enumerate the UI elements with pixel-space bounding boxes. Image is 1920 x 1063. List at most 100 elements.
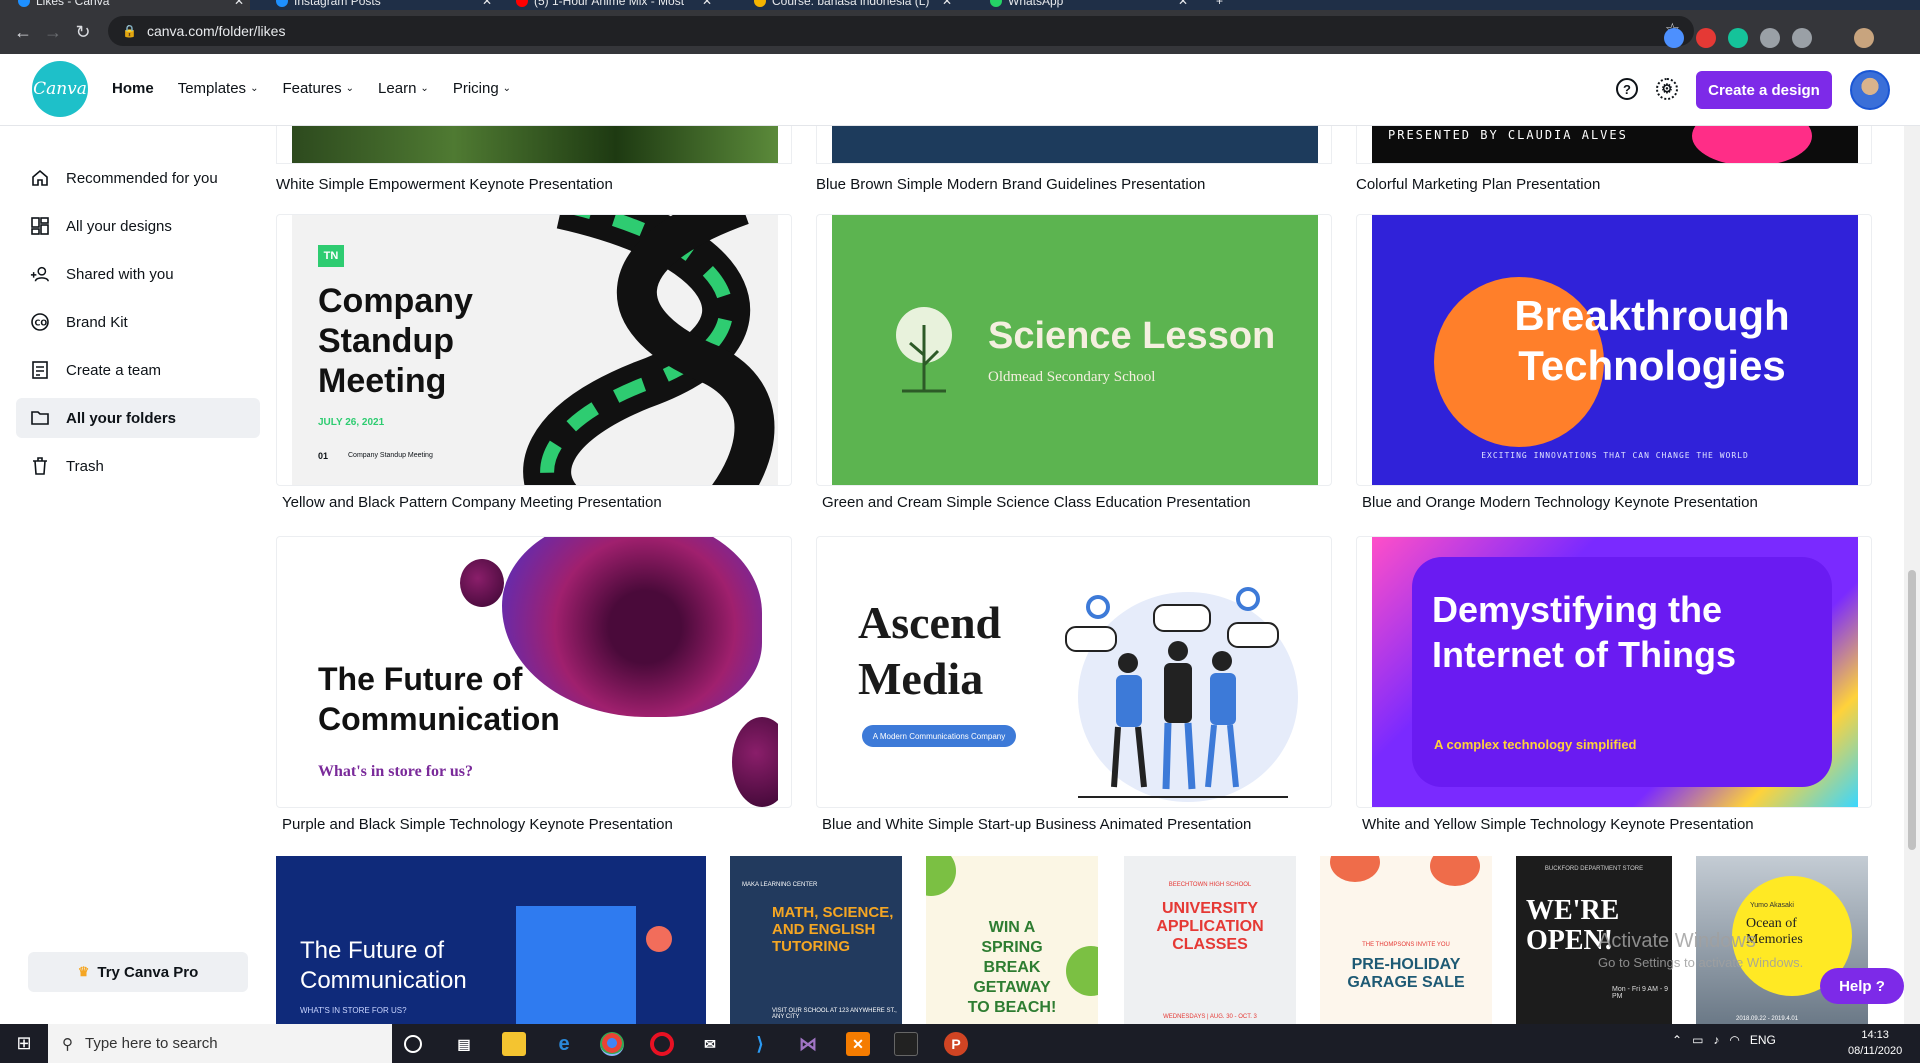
design-thumbnail[interactable] [276, 126, 792, 164]
thumbnail-kicker: Yumo Akasaki [1750, 902, 1794, 909]
thumbnail-image [292, 126, 778, 163]
design-title[interactable]: White Simple Empowerment Keynote Present… [276, 176, 613, 193]
design-title[interactable]: White and Yellow Simple Technology Keyno… [1362, 816, 1754, 833]
reload-icon[interactable]: ↻ [68, 22, 98, 43]
create-design-button[interactable]: Create a design [1696, 71, 1832, 109]
visual-studio-icon[interactable]: ⋈ [796, 1032, 820, 1056]
browser-tab[interactable]: Course: bahasa indonesia (L) ✕ [736, 0, 958, 10]
grammarly-icon[interactable] [1728, 28, 1748, 48]
volume-icon[interactable]: ♪ [1713, 1033, 1719, 1047]
design-thumbnail[interactable]: Breakthrough Technologies EXCITING INNOV… [1356, 214, 1872, 486]
edge-icon[interactable]: e [552, 1032, 576, 1056]
design-title[interactable]: Yellow and Black Pattern Company Meeting… [282, 494, 662, 511]
cortana-icon[interactable] [404, 1035, 422, 1053]
design-title[interactable]: Purple and Black Simple Technology Keyno… [282, 816, 673, 833]
browser-tab[interactable]: Instagram Posts ✕ [258, 0, 498, 10]
gear-extension-icon[interactable] [1760, 28, 1780, 48]
taskbar-clock[interactable]: 14:13 08/11/2020 [1848, 1027, 1902, 1059]
nav-home[interactable]: Home [112, 80, 154, 97]
design-thumbnail[interactable]: The Future of Communication What's in st… [276, 536, 792, 808]
close-tab-icon[interactable]: ✕ [942, 0, 952, 8]
thumbnail-subheading: What's in store for us? [318, 763, 473, 780]
browser-tab-strip: Likes - Canva ✕ Instagram Posts ✕ (5) 1-Ho… [0, 0, 1920, 10]
taskbar-search-box[interactable]: ⚲ Type here to search [48, 1024, 392, 1063]
thumbnail-subheading: Mon - Fri 9 AM - 9 PM [1612, 986, 1669, 1000]
xampp-icon[interactable]: ✕ [846, 1032, 870, 1056]
forward-icon[interactable]: → [38, 22, 68, 43]
wifi-icon[interactable]: ◠ [1729, 1033, 1739, 1047]
mail-icon[interactable]: ✉ [698, 1032, 722, 1056]
nav-pricing[interactable]: Pricing ⌄ [453, 80, 511, 97]
language-indicator[interactable]: ENG [1750, 1033, 1776, 1047]
scrollbar-thumb[interactable] [1908, 570, 1916, 850]
terminal-icon[interactable] [894, 1032, 918, 1056]
close-tab-icon[interactable]: ✕ [1178, 0, 1188, 8]
close-tab-icon[interactable]: ✕ [702, 0, 712, 8]
design-title[interactable]: Blue and White Simple Start-up Business … [822, 816, 1251, 833]
extension-icon[interactable] [1664, 28, 1684, 48]
thumbnail-subheading: WEDNESDAYS | AUG. 30 - OCT. 3 [1163, 1014, 1257, 1020]
task-view-icon[interactable]: ▤ [452, 1032, 476, 1056]
design-thumbnail[interactable]: PRESENTED BY CLAUDIA ALVES [1356, 126, 1872, 164]
design-thumbnail[interactable]: MAKA LEARNING CENTER MATH, SCIENCE, AND … [730, 856, 902, 1024]
help-icon[interactable]: ? [1616, 78, 1638, 100]
clock-time: 14:13 [1861, 1029, 1889, 1041]
design-thumbnail[interactable]: Science Lesson Oldmead Secondary School [816, 214, 1332, 486]
design-thumbnail[interactable]: BEECHTOWN HIGH SCHOOL UNIVERSITY APPLICA… [1124, 856, 1296, 1024]
sidebar-item-brand-kit[interactable]: CO Brand Kit [16, 302, 260, 342]
thumbnail-kicker: BUCKFORD DEPARTMENT STORE [1544, 866, 1644, 872]
canva-logo[interactable]: Canva [32, 61, 88, 117]
design-thumbnail[interactable] [816, 126, 1332, 164]
back-icon[interactable]: ← [8, 22, 38, 43]
profile-avatar-icon[interactable] [1854, 28, 1874, 48]
design-title[interactable]: Green and Cream Simple Science Class Edu… [822, 494, 1251, 511]
close-tab-icon[interactable]: ✕ [234, 0, 244, 8]
extension-icon[interactable] [1696, 28, 1716, 48]
help-button[interactable]: Help ? [1820, 968, 1904, 1004]
sidebar-item-create-team[interactable]: Create a team [16, 350, 260, 390]
browser-tab[interactable]: WhatsApp ✕ [972, 0, 1194, 10]
nav-templates[interactable]: Templates ⌄ [178, 80, 259, 97]
design-thumbnail[interactable]: THE THOMPSONS INVITE YOU PRE-HOLIDAY GAR… [1320, 856, 1492, 1024]
new-tab-button[interactable]: + [1208, 0, 1238, 10]
vscode-icon[interactable]: ⟩ [748, 1032, 772, 1056]
network-icon[interactable]: ▭ [1692, 1033, 1703, 1047]
thumbnail-heading: Ascend Media [858, 597, 1002, 704]
settings-gear-icon[interactable]: ⚙ [1656, 78, 1678, 100]
try-canva-pro-button[interactable]: ♛ Try Canva Pro [28, 952, 248, 992]
chevron-down-icon: ⌄ [250, 83, 259, 94]
nav-learn[interactable]: Learn ⌄ [378, 80, 429, 97]
design-thumbnail[interactable]: WIN A SPRING BREAK GETAWAY TO BEACH! [926, 856, 1098, 1024]
sidebar-item-trash[interactable]: Trash [16, 446, 260, 486]
sidebar-item-folders[interactable]: All your folders [16, 398, 260, 438]
page-scrollbar[interactable] [1904, 126, 1920, 1024]
design-thumbnail[interactable]: Demystifying the Internet of Things A co… [1356, 536, 1872, 808]
user-avatar[interactable] [1850, 70, 1890, 110]
activate-windows-title: Activate Windows [1598, 930, 1756, 952]
design-thumbnail[interactable]: TN Company Standup Meeting JULY 26, 2021… [276, 214, 792, 486]
powerpoint-icon[interactable]: P [944, 1032, 968, 1056]
design-title[interactable]: Colorful Marketing Plan Presentation [1356, 176, 1600, 193]
thumbnail-heading: Ocean of Memories [1746, 916, 1803, 947]
windows-start-icon[interactable]: ⊞ [0, 1024, 48, 1063]
sidebar-item-shared[interactable]: Shared with you [16, 254, 260, 294]
sidebar-item-recommended[interactable]: Recommended for you [16, 158, 260, 198]
design-thumbnail[interactable]: Ascend Media A Modern Communications Com… [816, 536, 1332, 808]
design-thumbnail[interactable]: The Future of Communication WHAT'S IN ST… [276, 856, 706, 1024]
address-bar[interactable]: 🔒 canva.com/folder/likes ☆ [108, 16, 1694, 46]
thumbnail-image: The Future of Communication What's in st… [292, 537, 778, 807]
design-title[interactable]: Blue Brown Simple Modern Brand Guideline… [816, 176, 1205, 193]
nav-features[interactable]: Features ⌄ [282, 80, 354, 97]
chevron-up-icon[interactable]: ⌃ [1672, 1033, 1682, 1047]
browser-tab[interactable]: (5) 1-Hour Anime Mix - Most ✕ [498, 0, 718, 10]
chrome-icon[interactable] [600, 1032, 624, 1056]
close-tab-icon[interactable]: ✕ [482, 0, 492, 8]
design-title[interactable]: Blue and Orange Modern Technology Keynot… [1362, 494, 1758, 511]
browser-tab[interactable]: Likes - Canva ✕ [0, 0, 250, 10]
sidebar-item-all-designs[interactable]: All your designs [16, 206, 260, 246]
whatsapp-favicon-icon [990, 0, 1002, 7]
file-explorer-icon[interactable] [502, 1032, 526, 1056]
opera-icon[interactable] [650, 1032, 674, 1056]
puzzle-extensions-icon[interactable] [1792, 28, 1812, 48]
thumbnail-subheading: A complex technology simplified [1434, 737, 1637, 752]
